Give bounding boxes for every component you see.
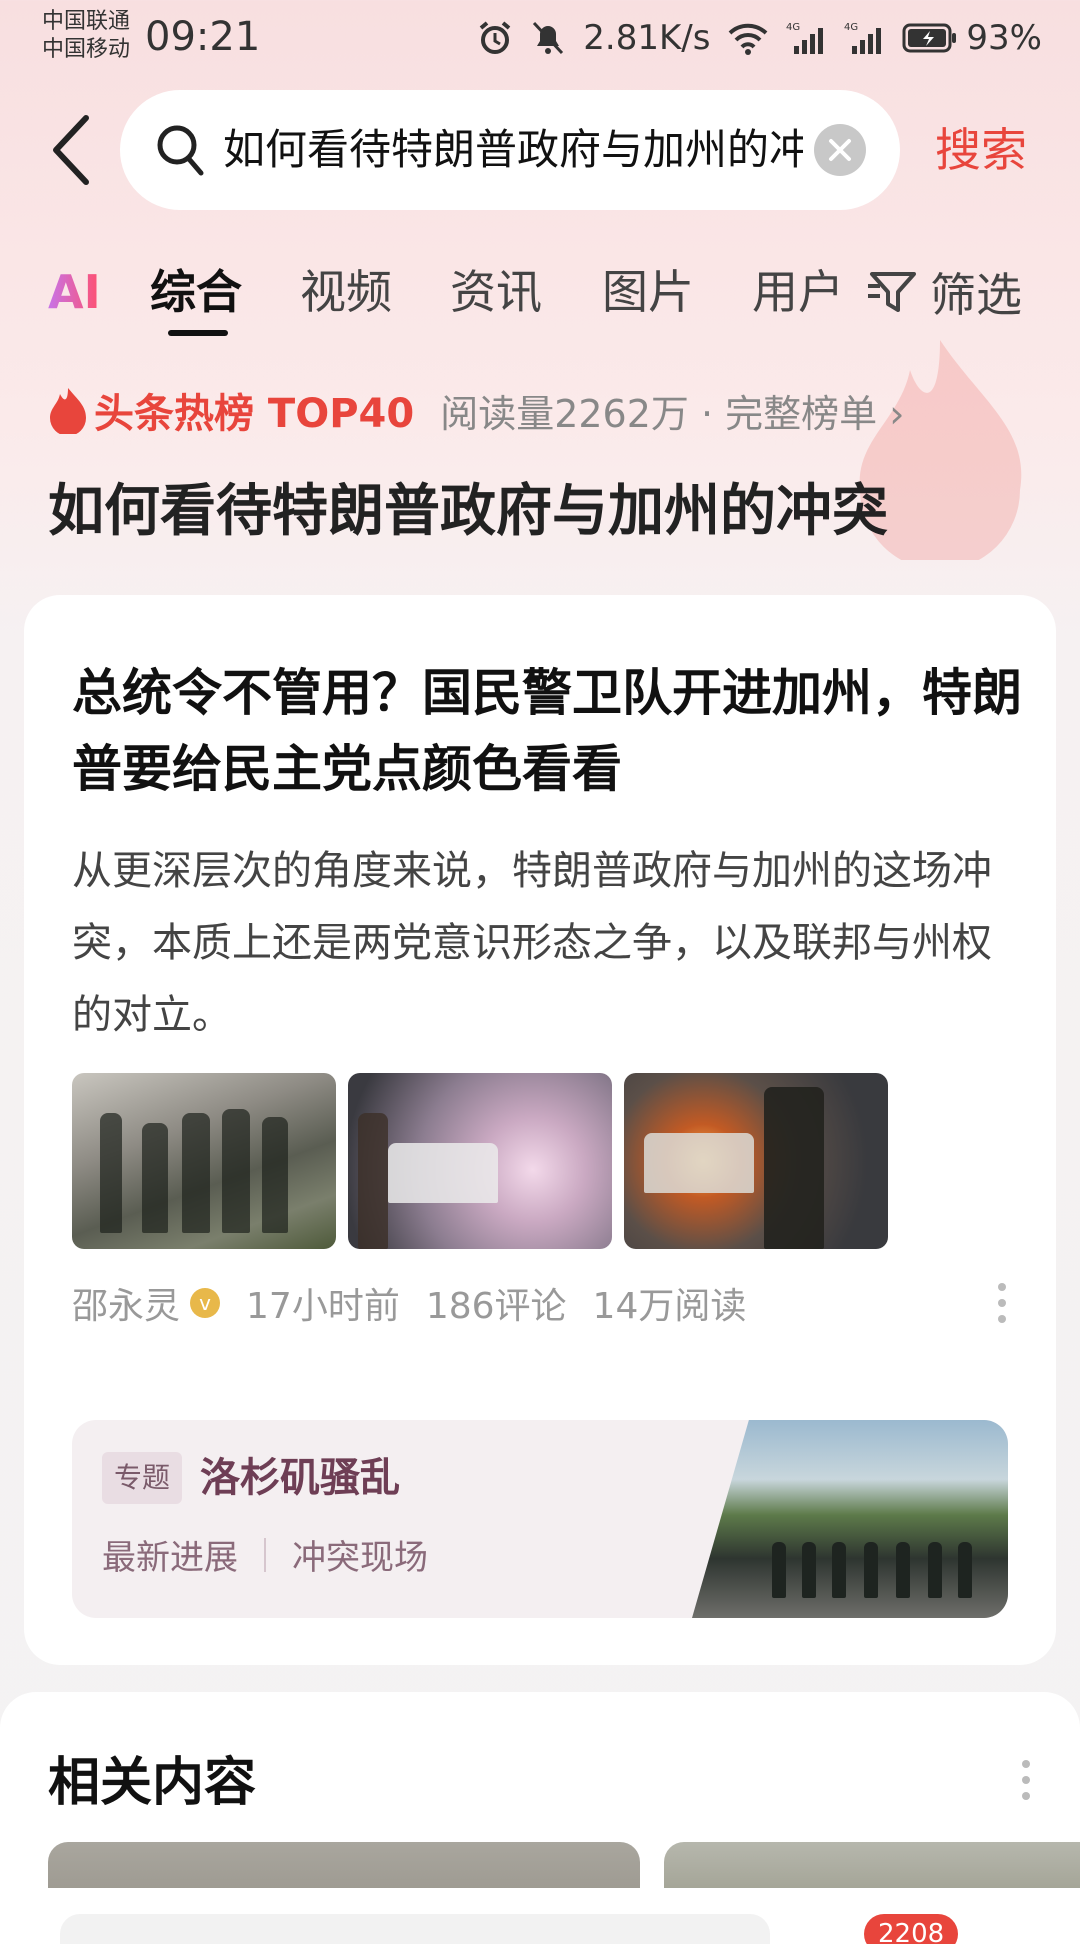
topic-link-latest[interactable]: 最新进展 xyxy=(102,1530,238,1579)
tab-news[interactable]: 资讯 xyxy=(450,260,542,324)
read-count: 14万阅读 xyxy=(592,1286,747,1327)
comment-count-badge: 2208 xyxy=(864,1914,959,1944)
svg-text:4G: 4G xyxy=(786,22,800,33)
topic-image[interactable] xyxy=(692,1420,1008,1618)
wifi-icon xyxy=(729,23,768,55)
active-tab-indicator xyxy=(168,330,228,336)
topic-title[interactable]: 洛杉矶骚乱 xyxy=(200,1448,400,1508)
svg-text:4G: 4G xyxy=(844,22,858,33)
comment-count: 186评论 xyxy=(425,1286,567,1327)
hot-list-stats[interactable]: 阅读量2262万 · 完整榜单 › xyxy=(440,383,904,438)
clock: 09:21 xyxy=(145,14,261,60)
signal-4g-icon: 4G xyxy=(786,22,824,54)
verified-badge-icon: v xyxy=(190,1288,221,1318)
article-time: 17小时前 xyxy=(246,1286,400,1327)
search-box[interactable]: 如何看待特朗普政府与加州的冲突 xyxy=(120,90,900,210)
tab-ai[interactable]: AI xyxy=(48,260,101,324)
topic-link-divider xyxy=(264,1537,266,1572)
carrier-1: 中国联通 xyxy=(42,9,131,34)
comment-input[interactable] xyxy=(60,1914,770,1944)
filter-icon xyxy=(868,272,916,312)
topic-link-scene[interactable]: 冲突现场 xyxy=(292,1530,428,1579)
category-tabs: AI 综合 视频 资讯 图片 用户 筛选 xyxy=(0,250,1080,340)
flame-icon xyxy=(50,388,86,434)
article-image-3[interactable] xyxy=(624,1073,888,1249)
search-icon xyxy=(157,125,204,176)
search-input[interactable]: 如何看待特朗普政府与加州的冲突 xyxy=(223,118,803,182)
close-icon xyxy=(829,139,851,161)
related-more-icon[interactable] xyxy=(1020,1758,1032,1802)
carrier-info: 中国联通 中国移动 xyxy=(42,8,130,64)
author-name[interactable]: 邵永灵 xyxy=(72,1277,180,1329)
status-bar: 中国联通 中国移动 09:21 2.81K/s 4G 4G 93% xyxy=(0,0,1080,80)
battery-percent: 93% xyxy=(966,18,1042,58)
network-speed: 2.81K/s xyxy=(583,18,711,58)
article-summary: 从更深层次的角度来说，特朗普政府与加州的这场冲突，本质上还是两党意识形态之争，以… xyxy=(72,848,992,1038)
chevron-left-icon xyxy=(53,115,89,185)
alarm-icon xyxy=(479,21,511,54)
hot-list-row[interactable]: 头条热榜 TOP40 阅读量2262万 · 完整榜单 › xyxy=(48,380,904,440)
battery-status: 93% xyxy=(902,18,1042,58)
article-title[interactable]: 总统令不管用？国民警卫队开进加州，特朗普要给民主党点颜色看看 xyxy=(72,655,1022,807)
article-image-1[interactable] xyxy=(72,1073,336,1249)
filter-button[interactable]: 筛选 xyxy=(866,260,1022,324)
status-icons: 2.81K/s 4G 4G 93% xyxy=(477,16,1042,60)
mute-bell-icon xyxy=(533,21,564,55)
tab-images[interactable]: 图片 xyxy=(602,260,694,324)
tab-users[interactable]: 用户 xyxy=(752,260,844,324)
topic-links: 最新进展 冲突现场 xyxy=(102,1530,428,1579)
article-card[interactable]: 总统令不管用？国民警卫队开进加州，特朗普要给民主党点颜色看看 从更深层次的角度来… xyxy=(24,595,1056,1665)
filter-label: 筛选 xyxy=(930,268,1022,322)
signal-4g-icon-2: 4G xyxy=(844,22,882,54)
more-options-icon[interactable] xyxy=(996,1281,1008,1325)
article-thumbnails xyxy=(72,1073,888,1249)
carrier-2: 中国移动 xyxy=(42,37,131,62)
article-meta: 邵永灵 v 17小时前 186评论 14万阅读 xyxy=(72,1275,746,1331)
hot-topic-title: 如何看待特朗普政府与加州的冲突 xyxy=(48,479,888,544)
back-button[interactable] xyxy=(48,112,96,188)
related-title: 相关内容 xyxy=(48,1753,257,1813)
article-image-2[interactable] xyxy=(348,1073,612,1249)
search-button[interactable]: 搜索 xyxy=(935,118,1027,182)
clear-search-button[interactable] xyxy=(814,124,866,176)
battery-icon xyxy=(902,23,957,53)
hot-list-label: 头条热榜 TOP40 xyxy=(94,391,415,437)
topic-banner[interactable]: 专题 洛杉矶骚乱 最新进展 冲突现场 xyxy=(72,1420,1008,1618)
topic-tag: 专题 xyxy=(102,1452,183,1504)
tab-comprehensive[interactable]: 综合 xyxy=(150,260,242,324)
tab-video[interactable]: 视频 xyxy=(300,260,392,324)
